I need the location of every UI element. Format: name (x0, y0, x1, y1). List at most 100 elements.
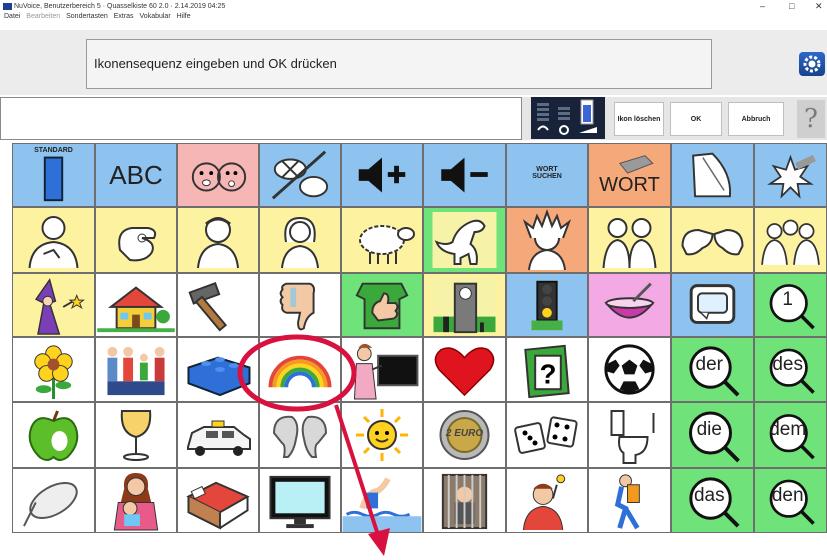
help-button[interactable]: ? (797, 100, 825, 138)
delete-icon-button[interactable]: Ikon löschen (614, 102, 664, 136)
message-box: Ikonensequenz eingeben und OK drücken (86, 39, 712, 89)
elephant-icon (272, 415, 328, 458)
euro-key-label: 2 EURO (445, 428, 484, 439)
volume-up-key[interactable] (341, 143, 423, 207)
prison-icon (441, 473, 488, 530)
dinosaur-key[interactable] (423, 207, 506, 273)
sheep-icon (359, 225, 415, 264)
indian-chief-icon (522, 209, 572, 271)
idea-key[interactable] (506, 468, 588, 533)
house-key[interactable] (95, 273, 177, 337)
cancel-button[interactable]: Abbruch (728, 102, 784, 136)
toilet-key[interactable] (588, 402, 671, 468)
no-speech-key[interactable] (259, 143, 341, 207)
volume-down-icon (441, 157, 488, 193)
menu-bearbeiten[interactable]: Bearbeiten (26, 13, 60, 20)
das-key[interactable]: das (671, 468, 754, 533)
traffic-light-key[interactable] (506, 273, 588, 337)
mother-key[interactable] (95, 468, 177, 533)
you-key[interactable] (95, 207, 177, 273)
swimmer-key[interactable] (341, 468, 423, 533)
family-key[interactable] (95, 337, 177, 402)
group-key[interactable] (754, 207, 827, 273)
taxi-key[interactable] (177, 402, 259, 468)
bowl-key[interactable] (588, 273, 671, 337)
volume-down-key[interactable] (423, 143, 506, 207)
des-key[interactable]: des (754, 337, 827, 402)
monitor-icon (269, 475, 331, 529)
den-key[interactable]: den (754, 468, 827, 533)
thumb-down-key[interactable] (259, 273, 341, 337)
dem-key[interactable]: dem (754, 402, 827, 468)
ball-key[interactable] (588, 337, 671, 402)
prison-key[interactable] (423, 468, 506, 533)
person-self-icon (28, 216, 79, 269)
apple-icon (28, 410, 79, 461)
shatter-key[interactable] (754, 143, 827, 207)
dice-icon (514, 416, 578, 454)
abc-key[interactable]: ABC (95, 143, 177, 207)
flower-key[interactable] (12, 337, 95, 402)
wine-glass-icon (120, 410, 152, 461)
speech-volume-panel[interactable] (531, 97, 605, 139)
word-search-key-label: WORT SUCHEN (532, 166, 562, 180)
title-bar: NuVoice, Benutzerbereich 5 · Quasselkist… (0, 0, 827, 14)
page-key[interactable] (671, 143, 754, 207)
standard-key[interactable]: STANDARD (12, 143, 95, 207)
word-search-key[interactable]: WORT SUCHEN (506, 143, 588, 207)
wizard-icon (34, 278, 85, 335)
house-icon (97, 286, 175, 333)
hands-key[interactable] (671, 207, 754, 273)
heart-key[interactable] (423, 337, 506, 402)
menu-vokabular[interactable]: Vokabular (140, 13, 171, 20)
glass-key[interactable] (95, 402, 177, 468)
lego-brick-icon (187, 356, 251, 397)
bed-key[interactable] (177, 468, 259, 533)
minimize-button[interactable]: – (760, 1, 765, 11)
clock-tower-key[interactable] (423, 273, 506, 337)
tv-screen-key[interactable] (671, 273, 754, 337)
soccer-ball-icon (604, 344, 655, 395)
hammer-key[interactable] (177, 273, 259, 337)
question-book-key[interactable]: ? (506, 337, 588, 402)
chief-key[interactable] (506, 207, 588, 273)
traffic-light-icon (514, 277, 580, 333)
menu-datei[interactable]: Datei (4, 13, 20, 20)
thumb-down-icon (279, 282, 316, 331)
sheep-key[interactable] (341, 207, 423, 273)
i-key[interactable] (12, 207, 95, 273)
wizard-key[interactable] (12, 273, 95, 337)
dice-key[interactable] (506, 402, 588, 468)
menu-extras[interactable]: Extras (114, 13, 134, 20)
couple-key[interactable] (588, 207, 671, 273)
number-one-key[interactable]: 1 (754, 273, 827, 337)
ok-button[interactable]: OK (670, 102, 722, 136)
hiker-icon (614, 474, 640, 530)
rainbow-key[interactable] (259, 337, 341, 402)
apple-key[interactable] (12, 402, 95, 468)
thumb-up-key[interactable] (341, 273, 423, 337)
brick-key[interactable] (177, 337, 259, 402)
maximize-button[interactable]: □ (789, 1, 794, 11)
pointing-hand-icon (118, 227, 157, 262)
teacher-key[interactable] (341, 337, 423, 402)
icon-sequence-input[interactable] (0, 97, 522, 140)
des-key-label: des (772, 353, 803, 375)
elephant-key[interactable] (259, 402, 341, 468)
word-key[interactable]: WORT (588, 143, 671, 207)
monitor-key[interactable] (259, 468, 341, 533)
girl-key[interactable] (259, 207, 341, 273)
euro-key[interactable]: 2 EURO (423, 402, 506, 468)
menu-hilfe[interactable]: Hilfe (177, 13, 191, 20)
sun-key[interactable] (341, 402, 423, 468)
faces-key[interactable] (177, 143, 259, 207)
menu-sondertasten[interactable]: Sondertasten (66, 13, 108, 20)
hiker-key[interactable] (588, 468, 671, 533)
close-button[interactable]: ✕ (815, 1, 823, 12)
mouse-key[interactable] (12, 468, 95, 533)
settings-button[interactable] (799, 52, 825, 76)
die-key-label: die (696, 419, 722, 441)
die-key[interactable]: die (671, 402, 754, 468)
boy-key[interactable] (177, 207, 259, 273)
der-key[interactable]: der (671, 337, 754, 402)
